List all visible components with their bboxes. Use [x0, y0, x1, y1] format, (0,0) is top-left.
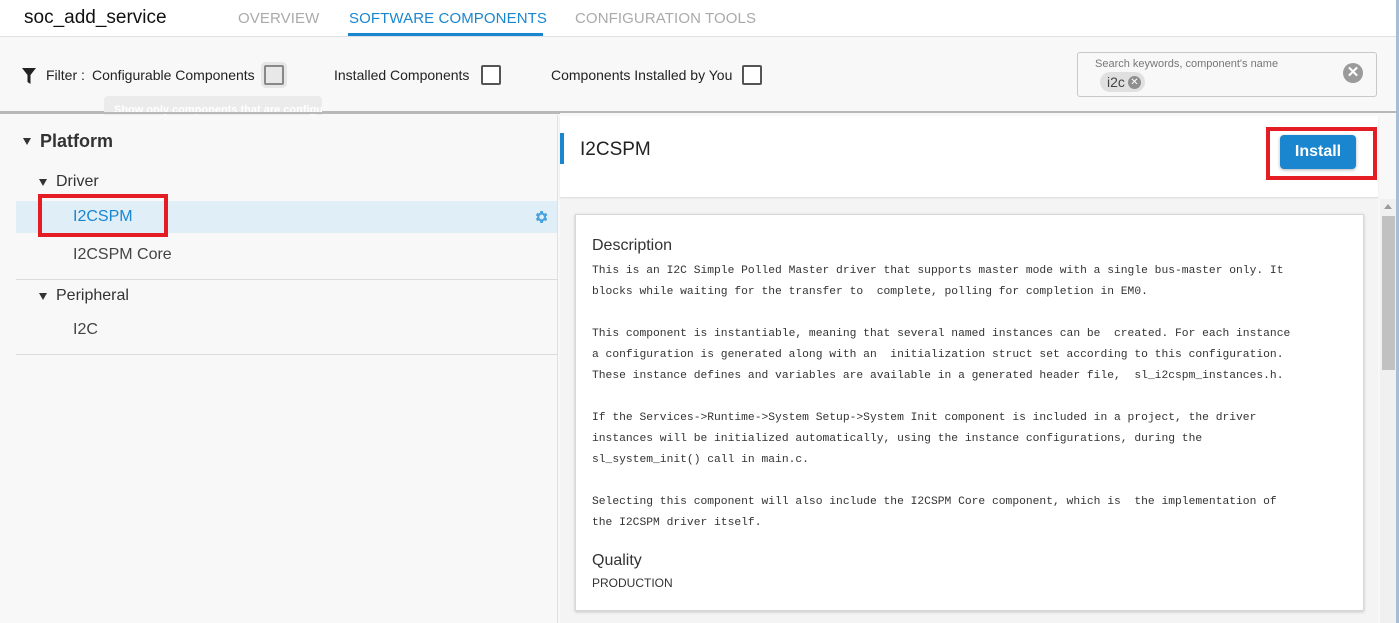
tree-node-peripheral[interactable]: Peripheral	[39, 287, 129, 305]
expand-triangle-icon	[39, 178, 47, 186]
search-chip-label: i2c	[1107, 74, 1125, 90]
component-detail-header: I2CSPM Install	[560, 116, 1378, 198]
description-card: Description This is an I2C Simple Polled…	[575, 214, 1364, 611]
title-accent-bar	[560, 133, 564, 164]
expand-triangle-icon	[23, 138, 31, 145]
scrollbar-thumb[interactable]	[1382, 216, 1395, 370]
install-button[interactable]: Install	[1280, 135, 1356, 169]
filter-icon	[22, 68, 36, 84]
tree-item-label: I2CSPM	[73, 208, 133, 225]
expand-triangle-icon	[39, 292, 47, 300]
installed-by-you-label: Components Installed by You	[551, 67, 733, 83]
description-paragraph: This is an I2C Simple Polled Master driv…	[592, 265, 1284, 298]
filter-bar: Filter : Configurable Components Install…	[0, 37, 1399, 123]
scroll-up-arrow-icon[interactable]	[1384, 204, 1392, 209]
gear-icon[interactable]	[533, 209, 549, 225]
tab-overview[interactable]: OVERVIEW	[238, 10, 319, 27]
tree-item-label: I2CSPM Core	[73, 246, 172, 263]
project-title: soc_add_service	[24, 7, 167, 28]
tree-node-label: Peripheral	[56, 287, 129, 304]
detail-scrollbar[interactable]	[1380, 199, 1396, 623]
tree-item-i2cspm-core[interactable]: I2CSPM Core	[16, 239, 557, 271]
component-tree: Platform Driver I2CSPM I2CSPM Core Perip…	[0, 115, 558, 623]
description-paragraph: If the Services->Runtime->System Setup->…	[592, 412, 1257, 466]
search-chip: i2c ✕	[1100, 72, 1145, 92]
installed-components-checkbox[interactable]	[481, 65, 501, 85]
tree-item-i2cspm[interactable]: I2CSPM	[16, 201, 557, 233]
tree-item-label: I2C	[73, 321, 98, 338]
tree-node-platform[interactable]: Platform	[23, 131, 113, 152]
active-tab-indicator	[348, 33, 543, 36]
installed-components-label: Installed Components	[334, 67, 470, 83]
tree-item-i2c[interactable]: I2C	[16, 314, 557, 346]
search-box[interactable]: Search keywords, component's name i2c ✕ …	[1077, 52, 1377, 97]
tab-software-components[interactable]: SOFTWARE COMPONENTS	[349, 10, 547, 27]
description-title: Description	[592, 237, 673, 254]
description-paragraph: This component is instantiable, meaning …	[592, 328, 1291, 382]
top-header: soc_add_service OVERVIEW SOFTWARE COMPON…	[0, 0, 1399, 37]
description-paragraph: Selecting this component will also inclu…	[592, 496, 1277, 529]
configurable-components-checkbox[interactable]	[264, 65, 284, 85]
installed-by-you-checkbox[interactable]	[742, 65, 762, 85]
filter-label: Filter :	[46, 67, 85, 83]
tree-node-label: Driver	[56, 173, 99, 190]
quality-value: PRODUCTION	[592, 576, 673, 590]
tree-node-driver[interactable]: Driver	[39, 173, 99, 191]
clear-search-icon[interactable]: ✕	[1343, 63, 1363, 83]
component-title: I2CSPM	[580, 139, 651, 160]
tree-node-label: Platform	[40, 131, 114, 151]
tab-configuration-tools[interactable]: CONFIGURATION TOOLS	[575, 10, 756, 27]
tree-divider	[16, 279, 557, 280]
quality-title: Quality	[592, 552, 642, 569]
search-placeholder: Search keywords, component's name	[1095, 58, 1279, 70]
configurable-components-label: Configurable Components	[92, 67, 255, 83]
component-detail-body: Description This is an I2C Simple Polled…	[560, 199, 1378, 623]
chip-remove-icon[interactable]: ✕	[1127, 75, 1141, 89]
tree-divider	[16, 354, 557, 355]
filter-divider	[0, 112, 560, 114]
